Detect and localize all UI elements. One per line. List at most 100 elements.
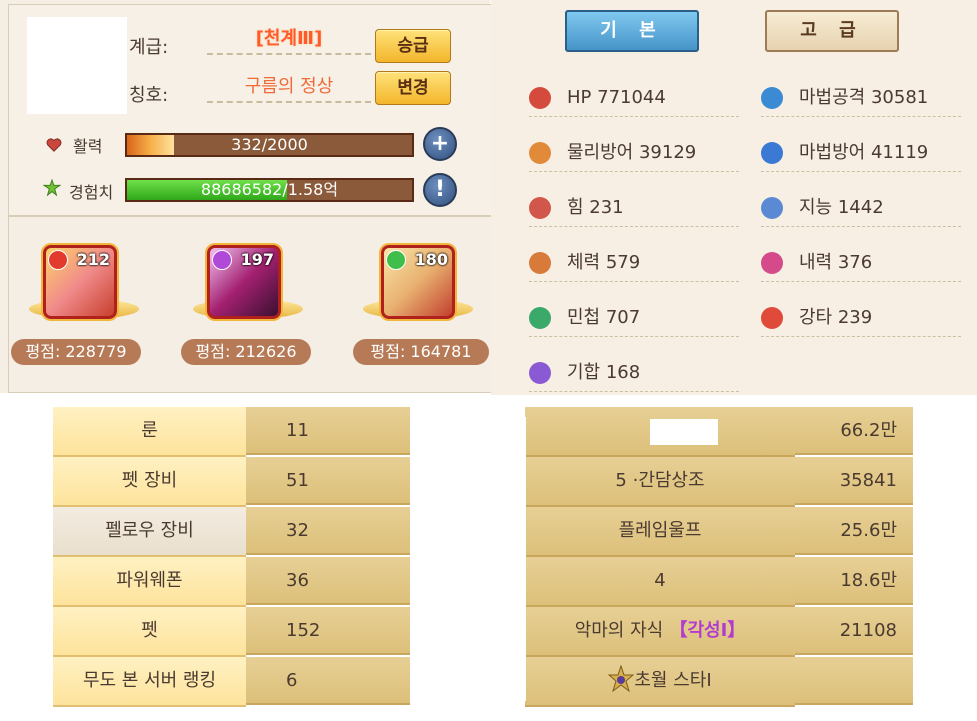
stat-divider	[529, 336, 739, 337]
row-value: 6	[246, 657, 410, 705]
row-label: 룬	[53, 407, 246, 457]
row-value: 11	[246, 407, 410, 455]
tab-advanced[interactable]: 고 급	[765, 10, 899, 52]
hero-card-1[interactable]: 212	[43, 245, 117, 319]
row-name: 플레임울프	[525, 507, 795, 557]
profile-panel: 계급: [천계Ⅲ] 승급 칭호: 구름의 정상 변경 활력 332/2000 +…	[0, 0, 492, 393]
nature-element-icon	[386, 250, 406, 270]
hero-score: 평점: 164781	[353, 339, 489, 365]
stat-text: 힘 231	[567, 197, 624, 218]
row-value: 51	[246, 457, 410, 505]
heart-icon	[529, 87, 551, 109]
stamina-label: 활력	[73, 137, 103, 156]
stat-text: 물리방어 39129	[567, 142, 697, 163]
stat-divider	[529, 171, 739, 172]
row-name-text: 초월 스타Ⅰ	[634, 670, 712, 691]
row-number: 21108	[795, 607, 913, 655]
awaken-tag: 【각성Ⅰ】	[663, 620, 746, 641]
row-name: 초월 스타Ⅰ	[525, 657, 795, 707]
hero-score: 평점: 212626	[181, 339, 311, 365]
stat-text: 내력 376	[799, 252, 873, 273]
stat-divider	[529, 391, 739, 392]
rank-value: [천계Ⅲ]	[207, 25, 371, 55]
rank-label: 계급:	[129, 37, 169, 58]
stat-divider	[761, 116, 961, 117]
row-name-text: 악마의 자식	[574, 620, 664, 641]
hero-score: 평점: 228779	[11, 339, 141, 365]
row-value: 152	[246, 607, 410, 655]
strength-icon	[529, 197, 551, 219]
intelligence-icon	[761, 197, 783, 219]
magic-attack-icon	[761, 87, 783, 109]
stat-divider	[529, 116, 739, 117]
inner-power-icon	[761, 252, 783, 274]
magic-element-icon	[212, 250, 232, 270]
stat-divider	[529, 226, 739, 227]
row-name-text: 4	[654, 570, 666, 591]
row-value: 36	[246, 557, 410, 605]
row-number: 66.2만	[795, 407, 913, 455]
stats-panel: 기 본 고 급 HP 771044 물리방어 39129 힘 231 체력 579 민첩…	[491, 0, 977, 395]
exclamation-icon: !	[434, 177, 446, 202]
hero-level: 197	[240, 250, 274, 269]
title-value: 구름의 정상	[207, 73, 371, 103]
stat-text: 마법공격 30581	[799, 87, 929, 108]
row-name: 4	[525, 557, 795, 607]
row-name: 악마의 자식 【각성Ⅰ】	[525, 607, 795, 657]
row-label: 펫	[53, 607, 246, 657]
stamina-bar: 332/2000	[125, 133, 414, 157]
stat-divider	[761, 171, 961, 172]
hero-card-3[interactable]: 180	[381, 245, 455, 319]
tab-basic[interactable]: 기 본	[565, 10, 699, 52]
row-number: 18.6만	[795, 557, 913, 605]
stat-divider	[761, 281, 961, 282]
ranking-table: 룬 11 66.2만펫 장비 51 5 ·간담상조 35841 펠로우 장비 32 플레임울프 2…	[53, 407, 913, 707]
row-number: 35841	[795, 457, 913, 505]
change-title-button[interactable]: 변경	[375, 71, 451, 105]
exp-bar: 88686582/1.58억	[125, 178, 414, 202]
agility-icon	[529, 307, 551, 329]
star-emblem-icon	[608, 664, 635, 697]
stamina-text: 332/2000	[231, 135, 308, 154]
avatar	[27, 17, 127, 114]
row-number	[795, 657, 913, 705]
stat-text: HP 771044	[567, 87, 666, 108]
exp-text: 88686582/1.58억	[200, 180, 339, 199]
row-name-text: 5 ·간담상조	[615, 470, 705, 491]
row-value: 32	[246, 507, 410, 555]
critical-icon	[761, 307, 783, 329]
magic-defense-icon	[761, 142, 783, 164]
promote-button[interactable]: 승급	[375, 29, 451, 63]
hero-level: 180	[414, 250, 448, 269]
hidden-area	[411, 417, 526, 701]
exp-info-button[interactable]: !	[423, 173, 457, 207]
fire-element-icon	[48, 250, 68, 270]
row-name: 5 ·간담상조	[525, 457, 795, 507]
exp-label: 경험치	[69, 183, 114, 202]
row-label: 펠로우 장비	[53, 507, 246, 557]
row-label: 파워웨폰	[53, 557, 246, 607]
plus-icon: +	[430, 131, 450, 156]
stat-divider	[761, 336, 961, 337]
title-label: 칭호:	[129, 85, 169, 106]
stat-text: 강타 239	[799, 307, 873, 328]
exp-star-icon	[43, 179, 61, 197]
stat-divider	[529, 281, 739, 282]
row-label: 무도 본 서버 랭킹	[53, 657, 246, 707]
row-label: 펫 장비	[53, 457, 246, 507]
add-stamina-button[interactable]: +	[423, 127, 457, 161]
stamina-heart-icon	[46, 138, 62, 152]
shield-icon	[529, 142, 551, 164]
row-name-text: 플레임울프	[618, 520, 702, 541]
hero-level: 212	[76, 250, 110, 269]
stat-text: 민첩 707	[567, 307, 641, 328]
hero-card-2[interactable]: 197	[207, 245, 281, 319]
stat-text: 기합 168	[567, 362, 641, 383]
hidden-name	[650, 419, 718, 445]
stat-divider	[761, 226, 961, 227]
row-number: 25.6만	[795, 507, 913, 555]
vitality-icon	[529, 252, 551, 274]
stat-text: 마법방어 41119	[799, 142, 929, 163]
profile-info-box: 계급: [천계Ⅲ] 승급 칭호: 구름의 정상 변경 활력 332/2000 +…	[8, 4, 492, 216]
stat-text: 지능 1442	[799, 197, 884, 218]
